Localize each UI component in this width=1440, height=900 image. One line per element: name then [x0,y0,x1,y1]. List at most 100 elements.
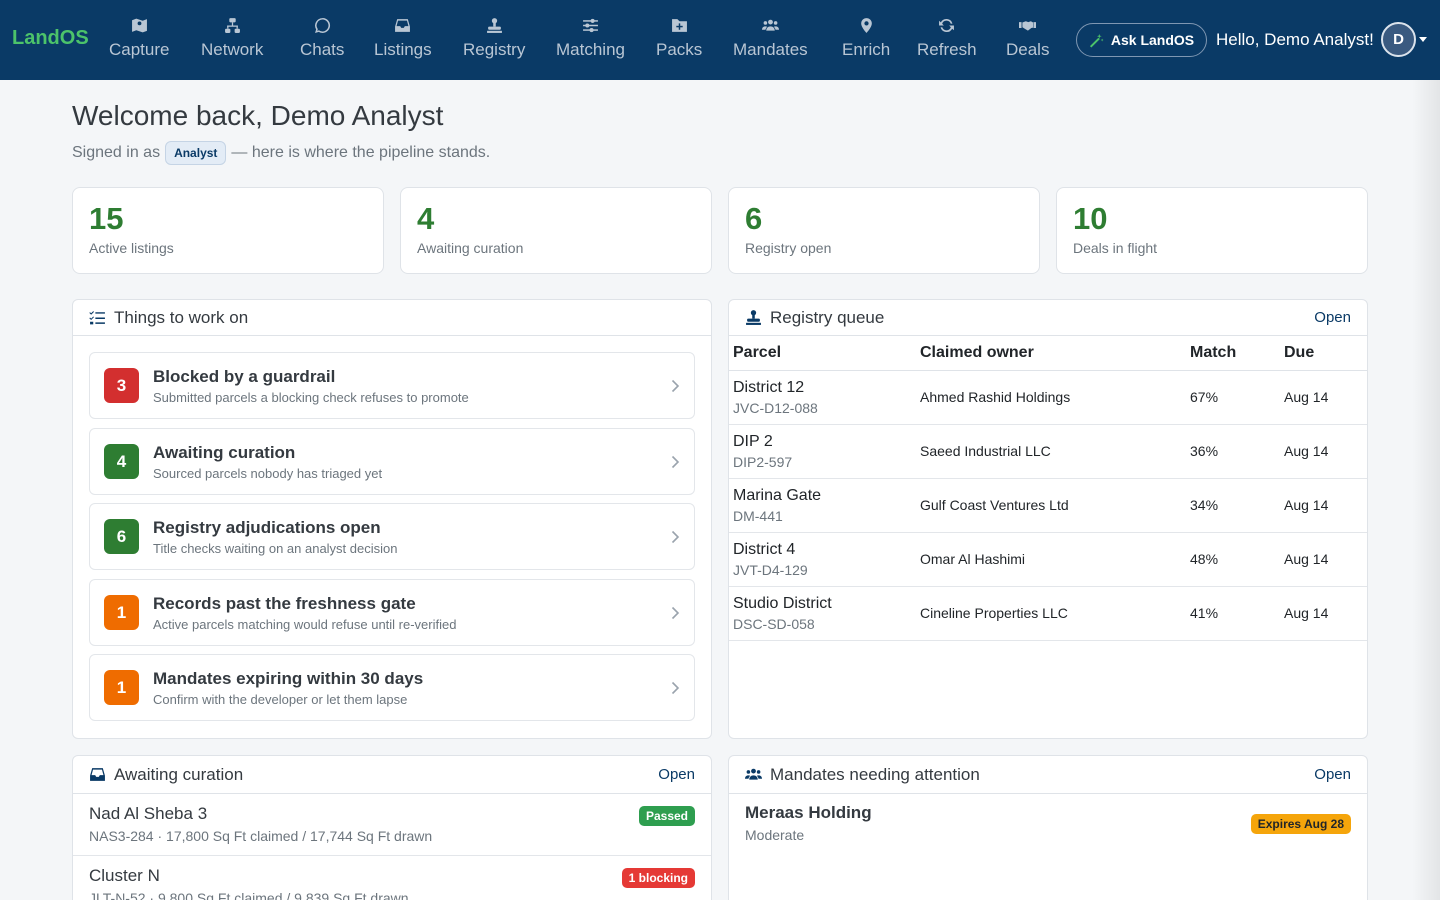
parcel-name: Cluster N [89,866,160,885]
column-header[interactable]: Parcel [729,336,916,371]
stat-label: Registry open [745,240,832,257]
map-pin-icon [131,14,148,36]
count-badge: 6 [104,519,139,554]
count-badge: 1 [104,595,139,630]
nav-listings[interactable]: Listings [374,14,432,60]
count-badge: 4 [104,444,139,479]
nav-refresh[interactable]: Refresh [917,14,977,60]
curation-panel-header: Awaiting curation Open [73,756,711,794]
work-item-subtitle: Sourced parcels nobody has triaged yet [153,465,383,481]
work-item-subtitle: Submitted parcels a blocking check refus… [153,389,469,405]
stat-value: 6 [745,201,763,236]
count-badge: 3 [104,368,139,403]
status-badge: 1 blocking [621,868,695,888]
chevron-right-icon [671,455,680,469]
avatar[interactable]: D [1381,22,1416,57]
network-icon [224,14,241,36]
chevron-right-icon [671,681,680,695]
claimed-owner: Omar Al Hashimi [916,532,1186,587]
match-percent: 34% [1186,478,1280,533]
work-item-title: Registry adjudications open [153,517,381,537]
status-badge: Expires Aug 28 [1250,814,1351,834]
parcel-code: DSC-SD-058 [733,615,815,632]
nav-label: Listings [374,40,432,59]
nav-packs[interactable]: Packs [656,14,702,60]
table-row[interactable]: District 4 JVT-D4-129 Omar Al Hashimi 48%… [729,532,1367,587]
due-date: Aug 14 [1280,370,1367,425]
match-percent: 67% [1186,370,1280,425]
work-item-title: Awaiting curation [153,442,296,462]
column-header[interactable]: Claimed owner [916,336,1186,371]
signed-suffix: — here is where the pipeline stands. [231,144,491,161]
due-date: Aug 14 [1280,586,1367,641]
parcel-name: District 4 [733,540,796,558]
stat-label: Active listings [89,240,174,257]
parcel-name: Marina Gate [733,486,822,504]
parcel-detail: JLT-N-52 · 9,800 Sq Ft claimed / 9,839 S… [89,890,409,900]
due-date: Aug 14 [1280,424,1367,479]
handshake-icon [1019,14,1037,36]
due-date: Aug 14 [1280,478,1367,533]
page-title: Welcome back, Demo Analyst [72,100,444,131]
nav-network[interactable]: Network [201,14,263,60]
nav-mandates[interactable]: Mandates [733,14,808,60]
folder-plus-icon [671,14,688,36]
work-item-awaiting-curation[interactable]: 4 Awaiting curation Sourced parcels nobod… [89,428,695,495]
ask-landos-button[interactable]: Ask LandOS [1076,23,1207,57]
stat-card-active-listings: 15 Active listings [72,187,384,274]
nav-capture[interactable]: Capture [109,14,169,60]
table-row[interactable]: Studio District DSC-SD-058 Cineline Prope… [729,586,1367,641]
table-row[interactable]: DIP 2 DIP2-597 Saeed Industrial LLC 36% A… [729,424,1367,479]
match-percent: 48% [1186,532,1280,587]
nav-label: Matching [556,40,625,59]
nav-enrich[interactable]: Enrich [842,14,890,60]
list-item[interactable]: Nad Al Sheba 3 NAS3-284 · 17,800 Sq Ft c… [73,794,711,856]
registry-open-link[interactable]: Open [1314,309,1351,326]
chevron-down-icon[interactable] [1419,37,1427,42]
refresh-icon [938,14,955,36]
table-row[interactable]: District 12 JVC-D12-088 Ahmed Rashid Hold… [729,370,1367,425]
stat-value: 15 [89,201,124,236]
stamp-icon [746,310,761,325]
work-item-blocked[interactable]: 3 Blocked by a guardrail Submitted parcel… [89,352,695,419]
column-header[interactable]: Match [1186,336,1280,371]
brand-logo[interactable]: LandOS [12,27,89,50]
list-item[interactable]: Meraas Holding Moderate Expires Aug 28 [729,793,1367,855]
work-item-mandates-expiring[interactable]: 1 Mandates expiring within 30 days Confir… [89,654,695,721]
nav-label: Packs [656,40,703,59]
nav-chats[interactable]: Chats [300,14,344,60]
work-item-subtitle: Active parcels matching would refuse unt… [153,616,457,632]
mandates-open-link[interactable]: Open [1314,766,1351,783]
chevron-right-icon [671,606,680,620]
work-item-registry-adjudications[interactable]: 6 Registry adjudications open Title check… [89,503,695,570]
claimed-owner: Cineline Properties LLC [916,586,1186,641]
nav-deals[interactable]: Deals [1006,14,1049,60]
signed-prefix: Signed in as [72,144,161,161]
magic-wand-icon [1089,33,1104,48]
task-list-icon [89,311,105,325]
nav-label: Deals [1006,40,1050,59]
location-icon [858,14,875,36]
nav-registry[interactable]: Registry [463,14,525,60]
mandates-panel-title: Mandates needing attention [770,764,980,784]
registry-panel-header: Registry queue Open [729,300,1367,336]
stat-label: Deals in flight [1073,240,1158,257]
nav-matching[interactable]: Matching [556,14,625,60]
chevron-right-icon [671,379,680,393]
nav-label: Capture [109,40,170,59]
parcel-code: JVT-D4-129 [733,561,808,578]
claimed-owner: Ahmed Rashid Holdings [916,370,1186,425]
inbox-icon [90,768,105,781]
table-row[interactable]: Marina Gate DM-441 Gulf Coast Ventures Lt… [729,478,1367,533]
parcel-detail: NAS3-284 · 17,800 Sq Ft claimed / 17,744… [89,828,433,844]
nav-label: Enrich [842,40,891,59]
inbox-icon [394,14,411,36]
work-item-title: Blocked by a guardrail [153,366,336,386]
column-header[interactable]: Due [1280,336,1367,371]
users-icon [745,768,762,780]
work-panel-header: Things to work on [73,300,711,336]
work-item-freshness-gate[interactable]: 1 Records past the freshness gate Active … [89,579,695,646]
parcel-name: Nad Al Sheba 3 [89,804,208,823]
list-item[interactable]: Cluster N JLT-N-52 · 9,800 Sq Ft claimed… [73,856,711,900]
curation-open-link[interactable]: Open [658,766,695,783]
